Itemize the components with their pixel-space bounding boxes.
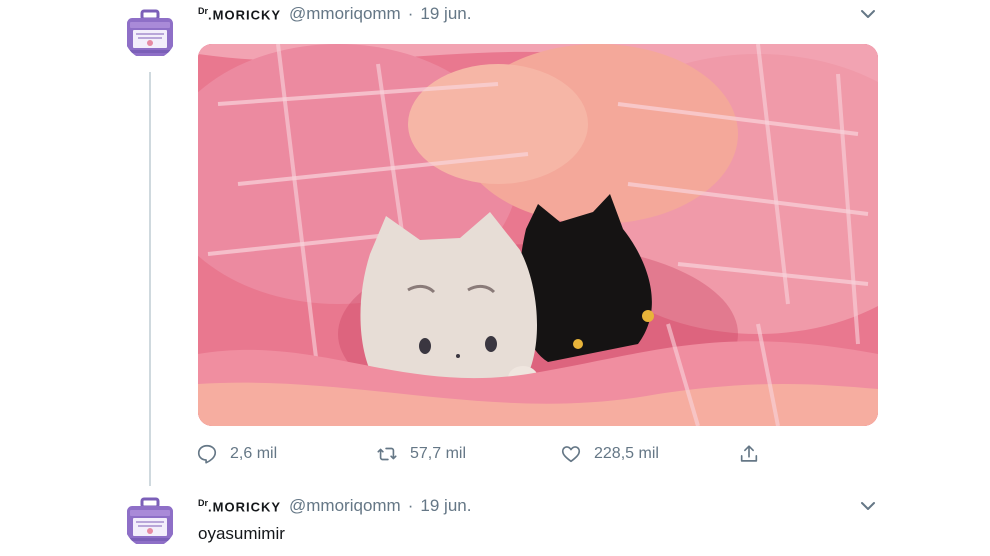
avatar[interactable] (124, 496, 176, 548)
user-handle[interactable]: @mmoriqomm (289, 4, 401, 24)
tweet-text: oyasumimir (198, 524, 285, 543)
tweet[interactable] (0, 490, 990, 556)
share-icon (740, 445, 758, 462)
tweet-date[interactable]: 19 jun. (420, 4, 471, 24)
thread-connector (149, 72, 151, 486)
like-button[interactable]: 228,5 mil (560, 440, 659, 468)
chevron-down-icon[interactable] (858, 4, 878, 24)
avatar[interactable] (124, 8, 176, 60)
reply-button[interactable]: 2,6 mil (196, 440, 277, 468)
heart-icon (561, 446, 581, 463)
tweet-actions: 2,6 mil 57,7 mil 228,5 mil (196, 440, 776, 468)
reply-icon (197, 444, 217, 464)
lunchbox-avatar-image (127, 9, 173, 56)
retweet-button[interactable]: 57,7 mil (376, 440, 466, 468)
retweet-icon (377, 447, 397, 461)
reply-count: 2,6 mil (230, 445, 278, 462)
retweet-count: 57,7 mil (410, 445, 467, 462)
like-count: 228,5 mil (594, 445, 659, 462)
tweet-header: Dr.MORICKY @mmoriqomm · 19 jun. (198, 2, 471, 26)
display-name[interactable]: Dr.MORICKY (198, 6, 281, 22)
display-name[interactable]: Dr.MORICKY (198, 498, 281, 514)
tweet-header: Dr.MORICKY @mmoriqomm · 19 jun. (198, 494, 471, 518)
tweet[interactable]: Dr.MORICKY @mmoriqomm · 19 jun. 2,6 mil … (0, 0, 990, 490)
user-handle[interactable]: @mmoriqomm (289, 496, 401, 516)
tweet-image[interactable] (198, 44, 878, 426)
separator: · (407, 496, 414, 515)
share-button[interactable] (738, 440, 760, 468)
cats-in-blanket-illustration (198, 44, 878, 426)
separator: · (407, 4, 414, 23)
chevron-down-icon[interactable] (858, 496, 878, 516)
lunchbox-avatar-image (127, 497, 173, 544)
tweet-date[interactable]: 19 jun. (420, 496, 471, 516)
